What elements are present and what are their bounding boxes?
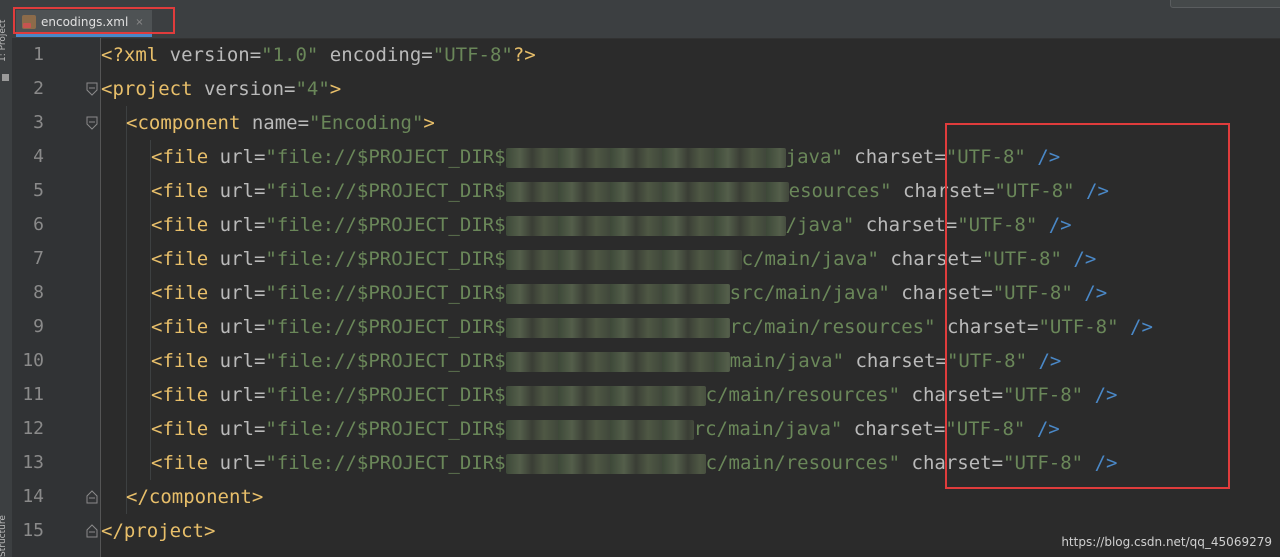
line-number: 8 [33,282,44,303]
code-line-14: </component> [126,486,264,508]
code-line-3: <component name="Encoding"> [126,112,435,134]
line-number: 3 [33,112,44,133]
fold-open-icon[interactable] [86,116,98,130]
line-number: 13 [22,452,44,473]
redacted-path [505,147,786,168]
redacted-path [505,181,789,202]
line-number: 5 [33,180,44,201]
navigation-bar [12,0,1280,8]
line-number: 2 [33,78,44,99]
search-field[interactable] [1170,0,1280,8]
watermark: https://blog.csdn.net/qq_45069279 [1061,535,1272,549]
line-number: 9 [33,316,44,337]
line-number: 12 [22,418,44,439]
code-line-15: </project> [101,520,216,542]
redacted-path [505,249,742,270]
code-line-12: <file url="file://$PROJECT_DIR$ rc/main/j… [151,418,1060,440]
redacted-path [505,385,706,406]
code-line-10: <file url="file://$PROJECT_DIR$ main/java… [151,350,1062,372]
line-number-gutter: 1 2 3 4 5 6 7 8 9 10 11 12 13 14 15 [12,38,101,557]
code-line-4: <file url="file://$PROJECT_DIR$ java" cha… [151,146,1061,168]
line-number: 6 [33,214,44,235]
redacted-path [505,215,786,236]
line-number: 14 [22,486,44,507]
fold-open-icon[interactable] [86,82,98,96]
redacted-path [505,317,730,338]
line-number: 7 [33,248,44,269]
fold-close-icon[interactable] [86,490,98,504]
line-number: 10 [22,350,44,371]
code-line-1: <?xml version="1.0" encoding="UTF-8"?> [101,44,536,66]
redacted-path [505,351,730,372]
line-number: 15 [22,520,44,541]
code-line-2: <project version="4"> [101,78,342,100]
tab-highlight-box [13,7,175,34]
project-folder-icon [2,74,9,81]
code-line-6: <file url="file://$PROJECT_DIR$/java" ch… [151,214,1072,236]
line-number: 1 [33,44,44,65]
indent-guide [126,106,127,514]
line-number: 11 [22,384,44,405]
redacted-path [505,283,730,304]
fold-close-icon[interactable] [86,524,98,538]
editor-tab-bar: encodings.xml × [12,8,1280,39]
line-number: 4 [33,146,44,167]
charset-highlight-box [945,123,1230,489]
redacted-path [505,453,706,474]
project-tool-button[interactable]: 1: Project [0,20,8,62]
structure-tool-button[interactable]: Structure [0,515,8,557]
redacted-path [505,419,694,440]
